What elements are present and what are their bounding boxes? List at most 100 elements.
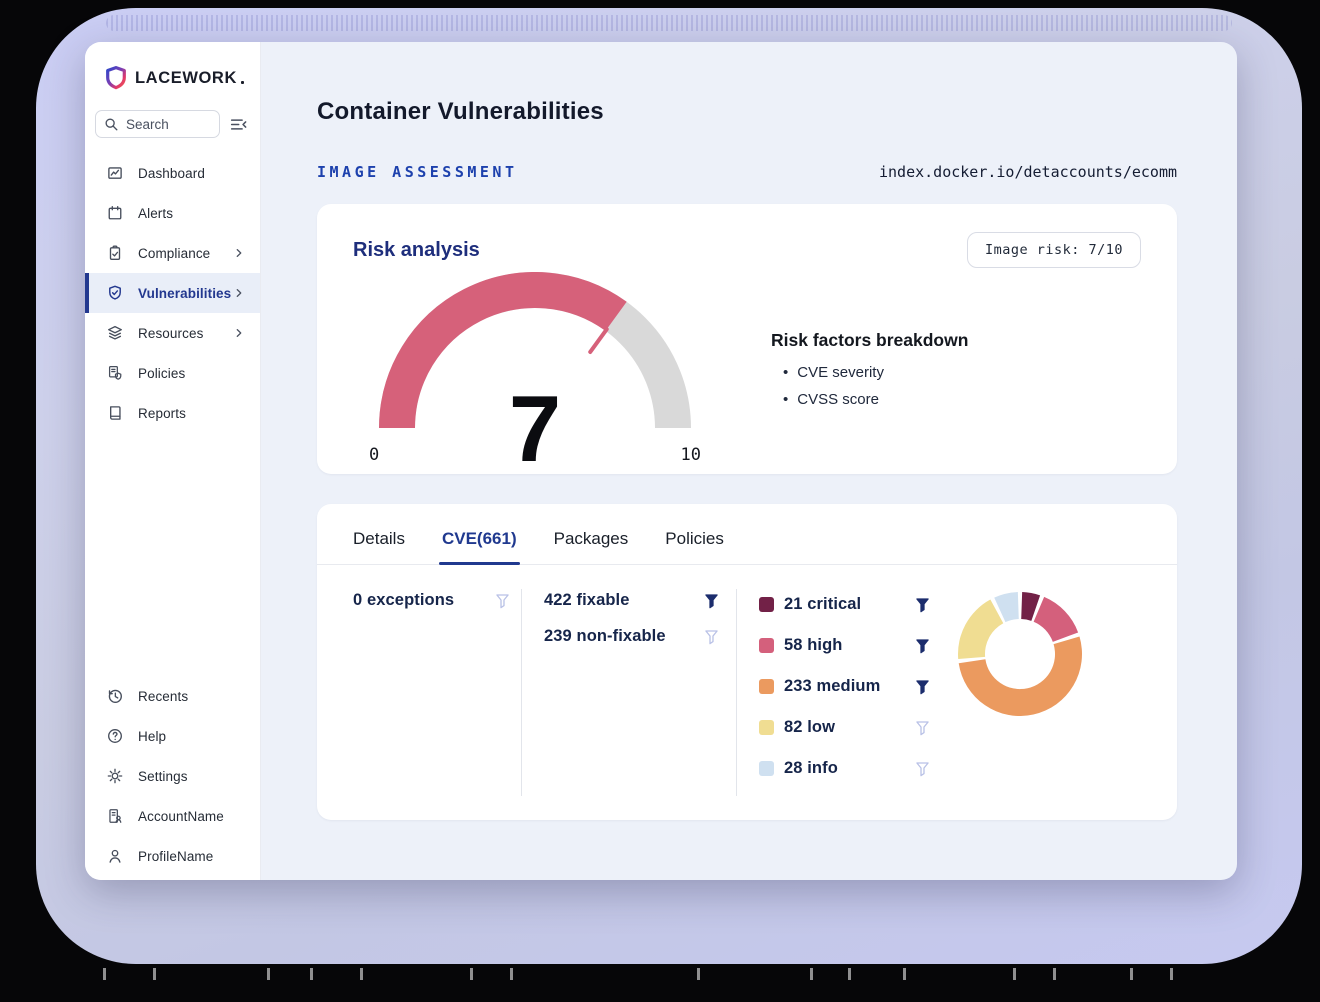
- sidebar-item-label: Compliance: [138, 246, 210, 261]
- sidebar-item-help[interactable]: Help: [85, 716, 260, 756]
- sidebar: LACEWORK Dashboard: [85, 42, 261, 880]
- sidebar-item-resources[interactable]: Resources: [85, 313, 260, 353]
- severity-row-medium: 233 medium: [759, 673, 929, 699]
- tab-packages[interactable]: Packages: [554, 529, 629, 564]
- severity-filter-icon[interactable]: [916, 598, 929, 613]
- sidebar-item-label: Help: [138, 729, 166, 744]
- policies-icon: [106, 364, 124, 382]
- severity-donut-svg: [955, 589, 1085, 719]
- sidebar-item-account[interactable]: AccountName: [85, 796, 260, 836]
- non-fixable-filter-icon[interactable]: [705, 630, 718, 645]
- risk-factor-item: CVE severity: [783, 364, 968, 381]
- sidebar-item-label: AccountName: [138, 809, 224, 824]
- sidebar-item-label: ProfileName: [138, 849, 213, 864]
- account-building-icon: [106, 807, 124, 825]
- chevron-right-icon: [232, 326, 246, 340]
- sidebar-item-recents[interactable]: Recents: [85, 676, 260, 716]
- sidebar-item-label: Vulnerabilities: [138, 286, 231, 301]
- severity-row-info: 28 info: [759, 755, 929, 781]
- sidebar-item-label: Alerts: [138, 206, 173, 221]
- sidebar-item-dashboard[interactable]: Dashboard: [85, 153, 260, 193]
- severity-filter-icon[interactable]: [916, 721, 929, 736]
- severity-color-swatch: [759, 597, 774, 612]
- tab-cve[interactable]: CVE(661): [442, 529, 517, 564]
- sidebar-item-label: Recents: [138, 689, 188, 704]
- non-fixable-label: 239 non-fixable: [544, 627, 666, 646]
- ruler-tick: [1170, 968, 1173, 980]
- fixability-column: 422 fixable 239 non-fixable: [522, 589, 736, 796]
- fixable-row: 422 fixable: [544, 591, 718, 610]
- sidebar-item-label: Resources: [138, 326, 203, 341]
- non-fixable-row: 239 non-fixable: [544, 627, 718, 646]
- severity-color-swatch: [759, 720, 774, 735]
- gear-icon: [106, 767, 124, 785]
- severity-row-high: 58 high: [759, 632, 929, 658]
- tab-policies[interactable]: Policies: [665, 529, 724, 564]
- severity-filter-icon[interactable]: [916, 639, 929, 654]
- ruler-tick: [360, 968, 363, 980]
- sidebar-footer: Recents Help Settings AccountName: [85, 676, 260, 876]
- risk-factor-item: CVSS score: [783, 391, 968, 408]
- severity-label: 82 low: [784, 718, 916, 737]
- severity-color-swatch: [759, 679, 774, 694]
- search-row: [85, 110, 260, 138]
- sidebar-collapse-icon[interactable]: [229, 115, 248, 134]
- ruler-tick: [153, 968, 156, 980]
- ruler-tick: [848, 968, 851, 980]
- main-content: Container Vulnerabilities IMAGE ASSESSME…: [261, 42, 1237, 880]
- exceptions-column: 0 exceptions: [353, 589, 521, 796]
- reports-book-icon: [106, 404, 124, 422]
- ruler-tick: [1130, 968, 1133, 980]
- sidebar-spacer: [85, 433, 260, 661]
- sidebar-item-reports[interactable]: Reports: [85, 393, 260, 433]
- severity-row-critical: 21 critical: [759, 591, 929, 617]
- ruler-tick: [1053, 968, 1056, 980]
- severity-label: 21 critical: [784, 595, 916, 614]
- image-risk-badge: Image risk: 7/10: [967, 232, 1141, 268]
- ruler-tick: [267, 968, 270, 980]
- ruler-tick: [103, 968, 106, 980]
- resources-layers-icon: [106, 324, 124, 342]
- sidebar-item-label: Reports: [138, 406, 186, 421]
- sidebar-item-policies[interactable]: Policies: [85, 353, 260, 393]
- ruler-tick: [1013, 968, 1016, 980]
- sidebar-item-vulnerabilities[interactable]: Vulnerabilities: [85, 273, 260, 313]
- lacework-shield-icon: [105, 66, 127, 90]
- risk-factors-title: Risk factors breakdown: [771, 330, 968, 351]
- help-icon: [106, 727, 124, 745]
- ruler-tick: [470, 968, 473, 980]
- severity-filter-icon[interactable]: [916, 762, 929, 777]
- dashboard-icon: [106, 164, 124, 182]
- risk-analysis-title: Risk analysis: [353, 239, 480, 262]
- profile-person-icon: [106, 847, 124, 865]
- sidebar-item-alerts[interactable]: Alerts: [85, 193, 260, 233]
- severity-label: 28 info: [784, 759, 916, 778]
- gauge-value: 7: [365, 392, 705, 465]
- image-path: index.docker.io/detaccounts/ecomm: [879, 163, 1177, 181]
- ruler-tick: [810, 968, 813, 980]
- sidebar-item-compliance[interactable]: Compliance: [85, 233, 260, 273]
- donut-segment-low[interactable]: [958, 600, 1003, 659]
- exceptions-filter-icon[interactable]: [496, 594, 509, 609]
- severity-donut: [955, 589, 1085, 719]
- severity-color-swatch: [759, 761, 774, 776]
- assessment-row: IMAGE ASSESSMENT index.docker.io/detacco…: [317, 163, 1177, 181]
- donut-segment-high[interactable]: [1034, 597, 1079, 642]
- sidebar-item-settings[interactable]: Settings: [85, 756, 260, 796]
- ruler-tick: [510, 968, 513, 980]
- severity-label: 233 medium: [784, 677, 916, 696]
- risk-factors-breakdown: Risk factors breakdown CVE severity CVSS…: [771, 330, 968, 465]
- lacework-logo: LACEWORK: [85, 63, 260, 93]
- app-window: LACEWORK Dashboard: [85, 42, 1237, 880]
- page-title: Container Vulnerabilities: [317, 98, 1177, 126]
- ruler-tick: [310, 968, 313, 980]
- fixable-filter-icon[interactable]: [705, 594, 718, 609]
- sidebar-item-profile[interactable]: ProfileName: [85, 836, 260, 876]
- severity-label: 58 high: [784, 636, 916, 655]
- alerts-icon: [106, 204, 124, 222]
- severity-filter-icon[interactable]: [916, 680, 929, 695]
- tab-details[interactable]: Details: [353, 529, 405, 564]
- ruler-tick: [903, 968, 906, 980]
- tab-strip: Details CVE(661) Packages Policies: [317, 504, 1177, 565]
- cve-stats-row: 0 exceptions 422 fixable 239 non-fixable: [317, 565, 1177, 796]
